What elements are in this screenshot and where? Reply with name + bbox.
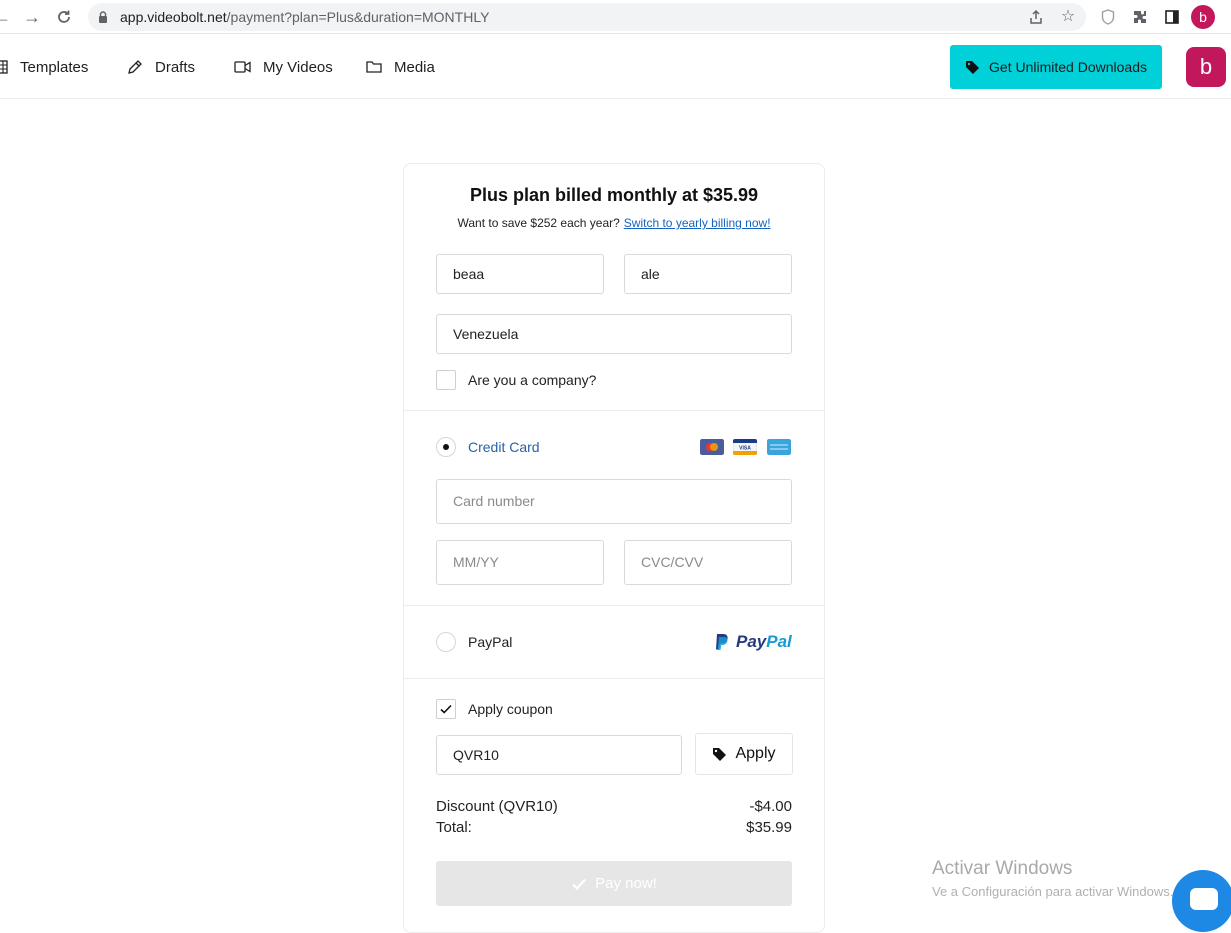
apply-label: Apply xyxy=(735,745,776,762)
payment-card: Plus plan billed monthly at $35.99 Want … xyxy=(403,163,825,933)
page-title: Plus plan billed monthly at $35.99 xyxy=(469,185,759,205)
nav-drafts[interactable]: Drafts xyxy=(127,57,195,77)
check-icon xyxy=(572,878,586,890)
browser-toolbar: ← → app.videobolt.net/payment?plan=Plus&… xyxy=(0,0,1231,34)
url-text: app.videobolt.net/payment?plan=Plus&dura… xyxy=(120,9,490,25)
nav-media-label: Media xyxy=(394,58,435,76)
divider xyxy=(404,410,824,411)
get-unlimited-downloads-button[interactable]: Get Unlimited Downloads xyxy=(950,45,1162,89)
check-icon xyxy=(440,704,452,714)
save-text: Want to save $252 each year? xyxy=(457,216,620,230)
folder-icon xyxy=(366,61,382,73)
last-name-field[interactable]: ale xyxy=(624,254,792,294)
paypal-wordmark: PayPal xyxy=(736,632,792,651)
visa-icon: VISA xyxy=(733,439,757,455)
pay-now-label: Pay now! xyxy=(595,875,657,892)
windows-activation-title: Activar Windows xyxy=(932,858,1073,879)
nav-drafts-label: Drafts xyxy=(155,58,196,76)
grid-icon xyxy=(0,60,8,74)
discount-row: Discount (QVR10) -$4.00 xyxy=(436,798,792,815)
divider xyxy=(404,605,824,606)
nav-my-videos[interactable]: My Videos xyxy=(234,57,333,77)
address-bar[interactable]: app.videobolt.net/payment?plan=Plus&dura… xyxy=(88,3,1086,31)
cta-label: Get Unlimited Downloads xyxy=(989,59,1147,75)
video-camera-icon xyxy=(234,61,251,73)
expiry-input[interactable]: MM/YY xyxy=(436,540,604,585)
pencil-icon xyxy=(128,60,142,74)
credit-card-label: Credit Card xyxy=(468,439,540,455)
side-panel-icon[interactable] xyxy=(1160,5,1184,29)
save-promo: Want to save $252 each year? Switch to ye… xyxy=(404,216,824,230)
share-icon[interactable] xyxy=(1024,5,1048,29)
divider xyxy=(404,678,824,679)
apply-coupon-checkbox[interactable] xyxy=(436,699,456,719)
app-header: Templates Drafts My Videos Media Get Unl… xyxy=(0,35,1231,99)
company-checkbox[interactable] xyxy=(436,370,456,390)
card-number-input[interactable]: Card number xyxy=(436,479,792,524)
first-name-field[interactable]: beaa xyxy=(436,254,604,294)
mastercard-icon xyxy=(700,439,724,455)
amex-icon xyxy=(767,439,791,455)
lock-icon xyxy=(99,11,107,23)
user-avatar[interactable]: b xyxy=(1186,47,1226,87)
paypal-icon xyxy=(716,633,728,650)
nav-templates[interactable]: Templates xyxy=(0,57,88,77)
windows-activation-subtitle: Ve a Configuración para activar Windows. xyxy=(932,884,1174,899)
tag-icon xyxy=(713,747,727,761)
discount-value: -$4.00 xyxy=(749,798,792,815)
paypal-logo: PayPal xyxy=(714,632,792,652)
apply-coupon-button[interactable]: Apply xyxy=(695,733,793,775)
shield-extension-icon[interactable] xyxy=(1096,5,1120,29)
nav-media[interactable]: Media xyxy=(366,57,435,77)
credit-card-radio[interactable] xyxy=(436,437,456,457)
back-icon[interactable]: ← xyxy=(0,5,14,29)
switch-yearly-link[interactable]: Switch to yearly billing now! xyxy=(624,216,771,230)
chat-widget-button[interactable] xyxy=(1172,870,1231,932)
puzzle-extension-icon[interactable] xyxy=(1128,5,1152,29)
svg-text:VISA: VISA xyxy=(739,446,751,452)
country-field[interactable]: Venezuela xyxy=(436,314,792,354)
total-label: Total: xyxy=(436,819,472,836)
coupon-code-input[interactable]: QVR10 xyxy=(436,735,682,775)
paypal-label: PayPal xyxy=(468,634,513,650)
discount-label: Discount (QVR10) xyxy=(436,798,558,815)
paypal-wordmark-end: Pal xyxy=(766,632,792,651)
nav-my-videos-label: My Videos xyxy=(263,58,333,76)
forward-icon[interactable]: → xyxy=(20,5,44,29)
total-row: Total: $35.99 xyxy=(436,819,792,836)
apply-coupon-label: Apply coupon xyxy=(468,701,553,717)
pay-now-button[interactable]: Pay now! xyxy=(436,861,792,906)
total-value: $35.99 xyxy=(746,819,792,836)
nav-templates-label: Templates xyxy=(20,58,89,76)
tags-icon xyxy=(966,60,980,74)
cvc-input[interactable]: CVC/CVV xyxy=(624,540,792,585)
chat-icon xyxy=(1190,888,1218,910)
browser-profile-avatar[interactable]: b xyxy=(1191,5,1215,29)
star-icon[interactable]: ☆ xyxy=(1056,5,1080,29)
company-label: Are you a company? xyxy=(468,372,597,388)
paypal-radio[interactable] xyxy=(436,632,456,652)
reload-icon[interactable] xyxy=(52,5,76,29)
